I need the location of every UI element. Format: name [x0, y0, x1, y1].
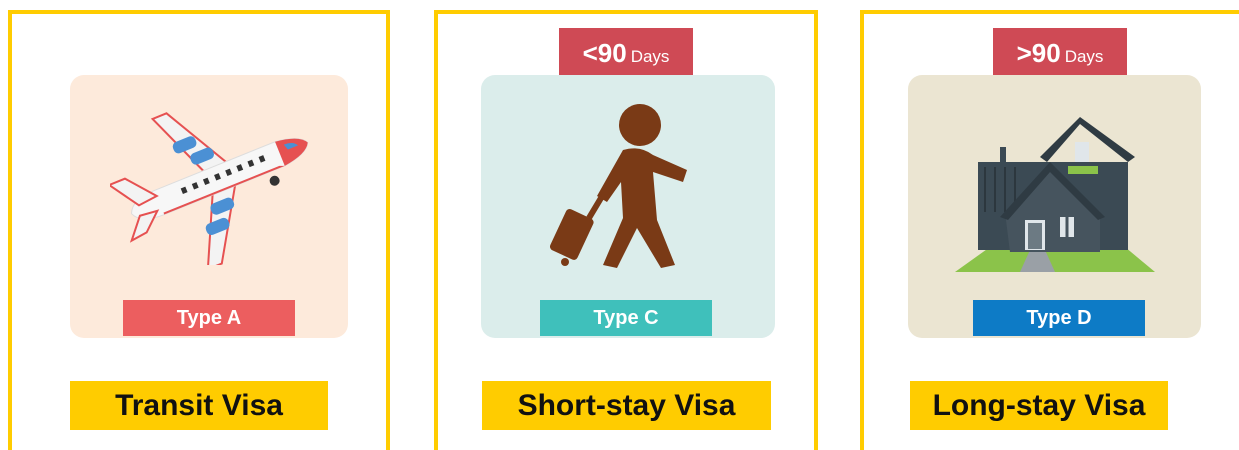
transit-visa-title: Transit Visa — [70, 381, 328, 430]
days-number: >90 — [1016, 38, 1061, 68]
short-stay-days-badge: <90 Days — [559, 28, 693, 75]
short-stay-visa-title: Short-stay Visa — [482, 381, 771, 430]
airplane-icon — [110, 112, 309, 265]
type-d-label: Type D — [973, 300, 1145, 336]
days-unit: Days — [630, 47, 670, 66]
days-unit: Days — [1064, 47, 1104, 66]
type-a-label: Type A — [123, 300, 295, 336]
long-stay-visa-title: Long-stay Visa — [910, 381, 1168, 430]
traveler-icon — [550, 104, 687, 268]
days-number: <90 — [582, 38, 627, 68]
long-stay-days-badge: >90 Days — [993, 28, 1127, 75]
type-c-label: Type C — [540, 300, 712, 336]
house-icon — [955, 117, 1155, 272]
